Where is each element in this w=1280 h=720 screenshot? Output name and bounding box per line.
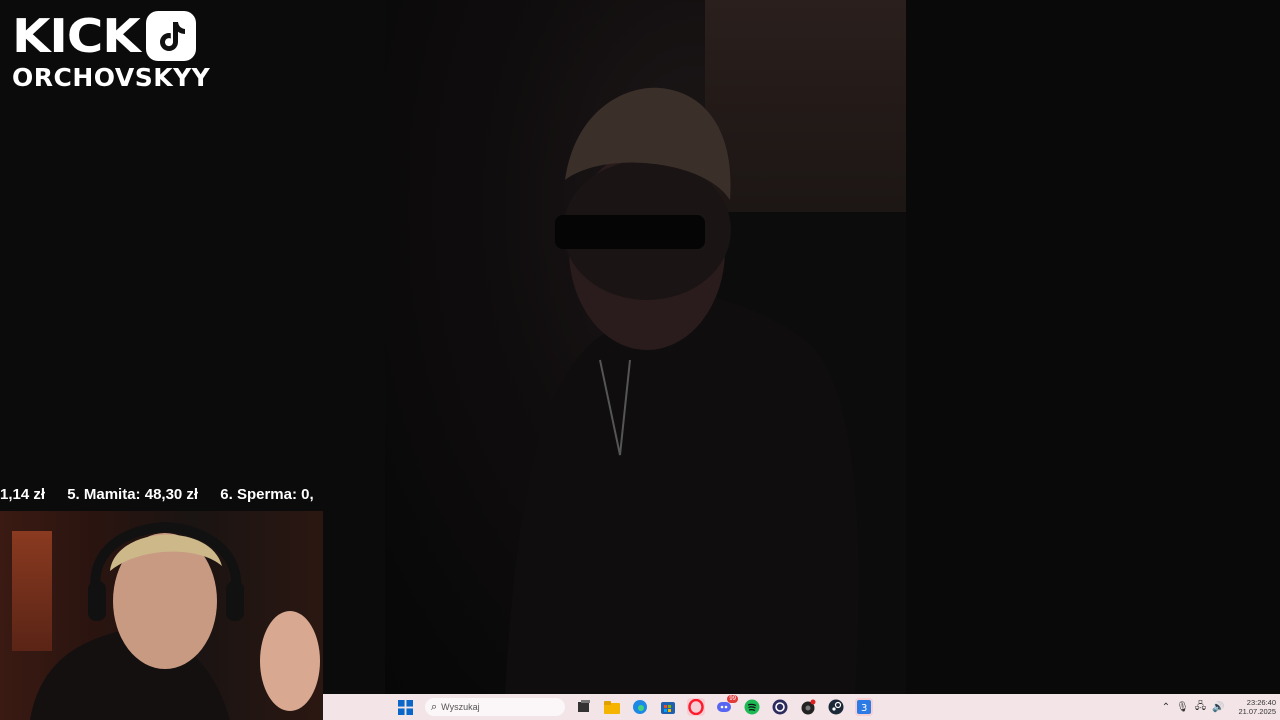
opera-browser-icon[interactable]: [687, 698, 705, 716]
recording-app-icon[interactable]: [799, 698, 817, 716]
donation-ticker: 1,14 zł 5. Mamita: 48,30 zł 6. Sperma: 0…: [0, 482, 322, 508]
search-placeholder: Wyszukaj: [441, 702, 480, 712]
stream-brand-overlay: KICK ORCHOVSKYY: [12, 10, 210, 92]
volume-icon[interactable]: 🔊: [1212, 702, 1224, 713]
kick-logo: KICK: [12, 9, 141, 63]
channel-name: ORCHOVSKYY: [12, 63, 211, 92]
person-silhouette: [505, 87, 859, 694]
taskbar-clock[interactable]: 23:26:40 21.07.2025: [1238, 698, 1276, 716]
clock-time: 23:26:40: [1246, 698, 1276, 707]
chevron-up-icon[interactable]: ⌃: [1162, 702, 1170, 713]
edge-browser-icon[interactable]: [631, 698, 649, 716]
store-icon[interactable]: [659, 698, 677, 716]
pinned-app-icon[interactable]: 3: [855, 698, 873, 716]
windows-taskbar: ⌕ Wyszukaj 99 3 ⌃ 🎙 🖧 🔊 23:26:40 21.07.2…: [323, 694, 1280, 720]
network-icon[interactable]: 🖧: [1195, 699, 1206, 716]
main-video-feed: [385, 0, 906, 694]
system-tray: ⌃ 🎙 🖧 🔊 23:26:40 21.07.2025: [1162, 698, 1280, 716]
discord-notification-badge: 99: [727, 695, 738, 703]
clock-date: 21.07.2025: [1238, 707, 1276, 716]
ticker-item: 6. Sperma: 0,: [220, 486, 314, 503]
steam-icon[interactable]: [827, 698, 845, 716]
webcam-person: [30, 521, 320, 720]
discord-icon[interactable]: 99: [715, 695, 738, 716]
microphone-icon[interactable]: 🎙: [1176, 702, 1189, 713]
ticker-item: 1,14 zł: [0, 486, 46, 503]
svg-text:3: 3: [861, 703, 867, 714]
obs-icon[interactable]: [771, 698, 789, 716]
ticker-item: 5. Mamita: 48,30 zł: [67, 486, 199, 503]
task-view-icon[interactable]: [575, 698, 593, 716]
taskbar-search-input[interactable]: ⌕ Wyszukaj: [425, 698, 565, 716]
start-button-icon[interactable]: [396, 698, 414, 716]
file-explorer-icon[interactable]: [603, 698, 621, 716]
webcam-feed: [0, 511, 323, 720]
right-background-panel: [906, 0, 1280, 720]
tiktok-icon: [146, 11, 197, 61]
spotify-icon[interactable]: [743, 698, 761, 716]
search-icon: ⌕: [431, 700, 438, 713]
